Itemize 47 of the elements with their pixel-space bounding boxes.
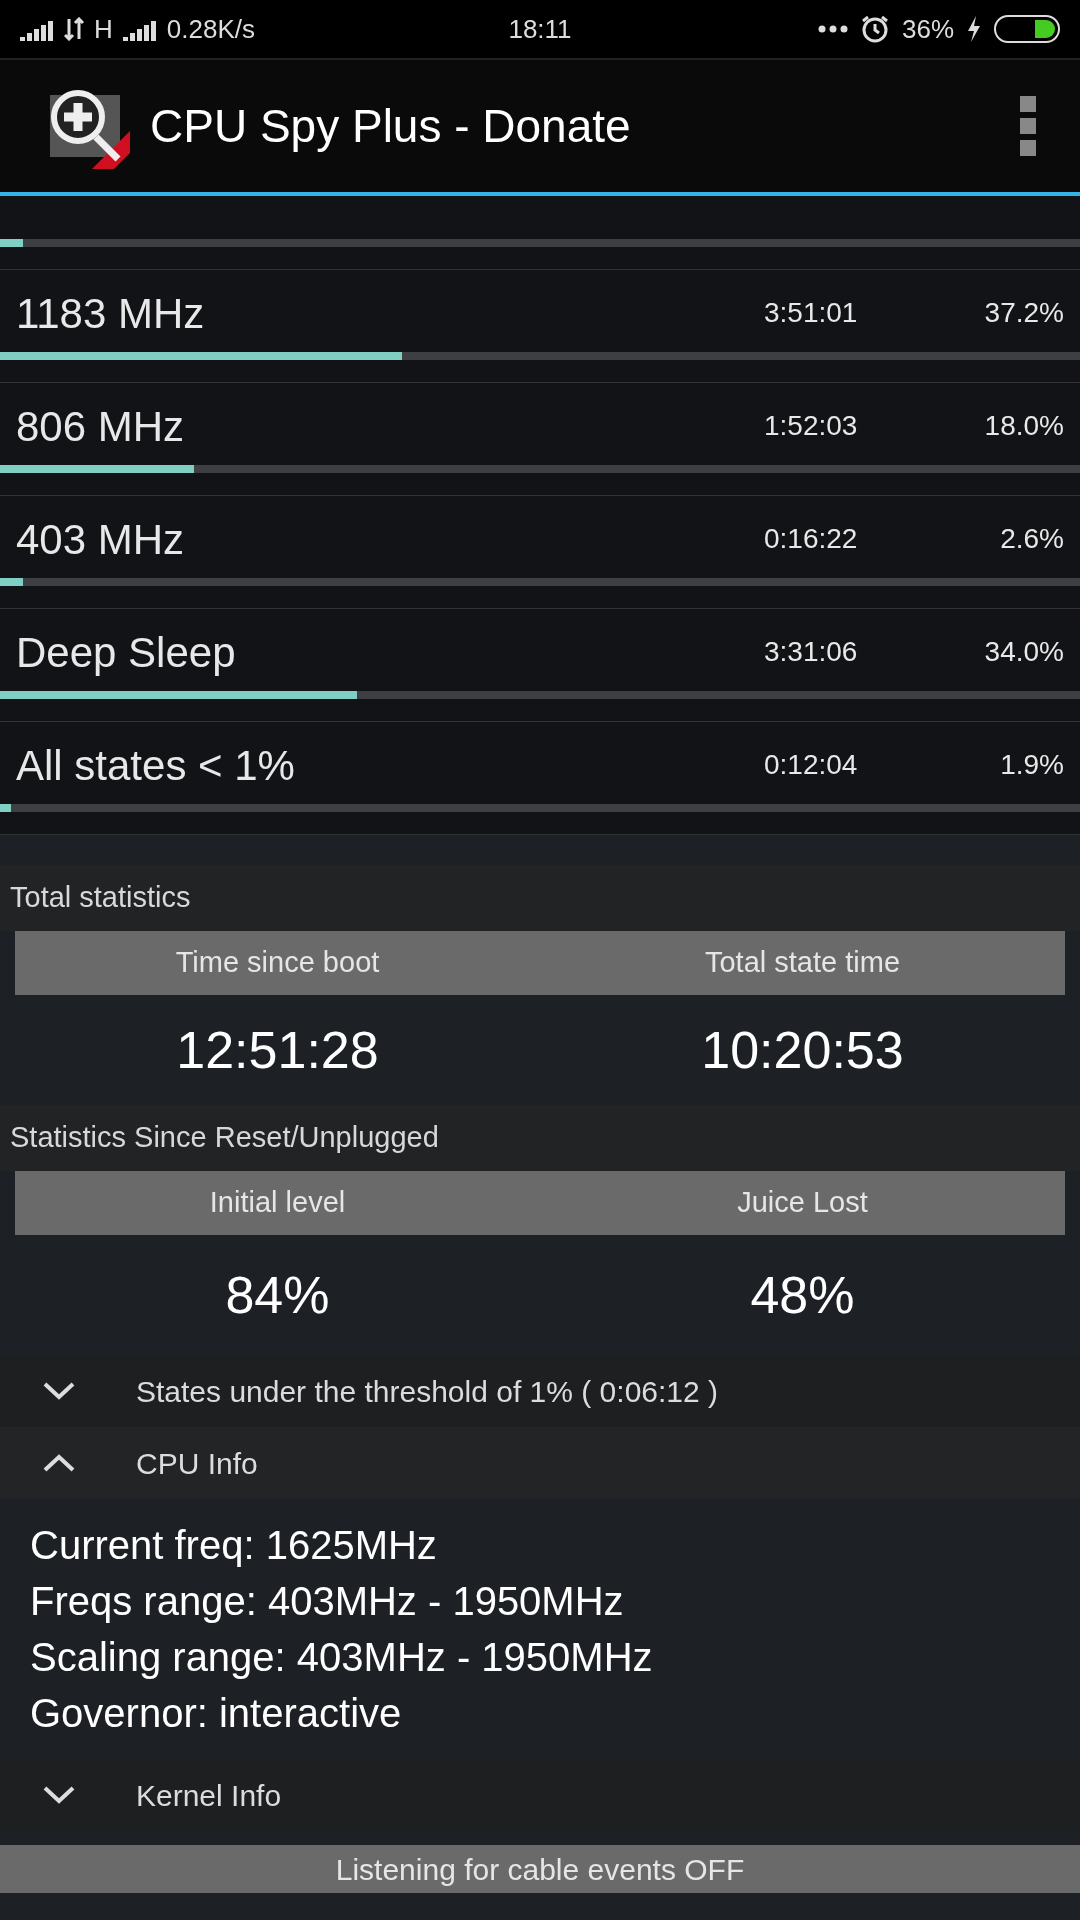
battery-percent: 36% [901,12,954,46]
info-line: Current freq: 1625MHz [30,1522,438,1569]
stat-value: 48% [749,1265,856,1326]
state-name: 806 MHz [16,401,186,452]
expander-row[interactable]: States under the threshold of 1% ( 0:06:12 ) [0,1355,1080,1427]
battery-icon [994,15,1060,43]
info-line: Freqs range: 403MHz - 1950MHz [30,1578,625,1625]
state-percent: 34.0% [983,635,1064,669]
state-time: 1:52:03 [764,409,859,443]
state-name: All states < 1% [16,740,296,791]
info-line: Governor: interactive [30,1690,403,1737]
chevron-down-icon [42,1381,76,1401]
overflow-menu-icon[interactable] [1020,96,1036,156]
stat-value: 10:20:53 [700,1020,905,1081]
section-header: Statistics Since Reset/Unplugged [0,1105,1080,1171]
stat-value: 12:51:28 [175,1020,380,1081]
state-time: 3:51:01 [764,296,859,330]
state-percent: 1.9% [999,748,1064,782]
state-name: Deep Sleep [16,627,237,678]
clock: 18:11 [507,12,573,46]
expander-row[interactable]: CPU Info [0,1427,1080,1499]
state-time: 0:16:22 [764,522,859,556]
column-label: Time since boot [174,945,381,981]
section-header: Total statistics [0,865,1080,931]
column-label: Juice Lost [736,1185,869,1221]
state-percent: 37.2% [983,296,1064,330]
state-name: 1183 MHz [16,288,206,339]
expander-row[interactable]: Kernel Info [0,1759,1080,1831]
status-footer: Listening for cable events OFF [0,1845,1080,1893]
state-time: 3:31:06 [764,635,859,669]
state-name: 403 MHz [16,514,186,565]
column-label: Initial level [208,1185,347,1221]
charging-icon [966,16,982,42]
info-line: Scaling range: 403MHz - 1950MHz [30,1634,654,1681]
network-type: H [94,12,113,46]
chevron-down-icon [42,1785,76,1805]
alarm-icon [859,14,890,44]
app-title: CPU Spy Plus - Donate [150,98,632,154]
data-arrows-icon [64,17,84,41]
state-percent: 18.0% [983,409,1064,443]
column-label: Total state time [704,945,901,981]
chevron-up-icon [42,1453,76,1473]
network-speed: 0.28K/s [166,12,255,46]
state-time: 0:12:04 [764,748,859,782]
state-percent: 2.6% [999,522,1064,556]
stat-value: 84% [224,1265,331,1326]
more-dots-icon [817,25,848,33]
